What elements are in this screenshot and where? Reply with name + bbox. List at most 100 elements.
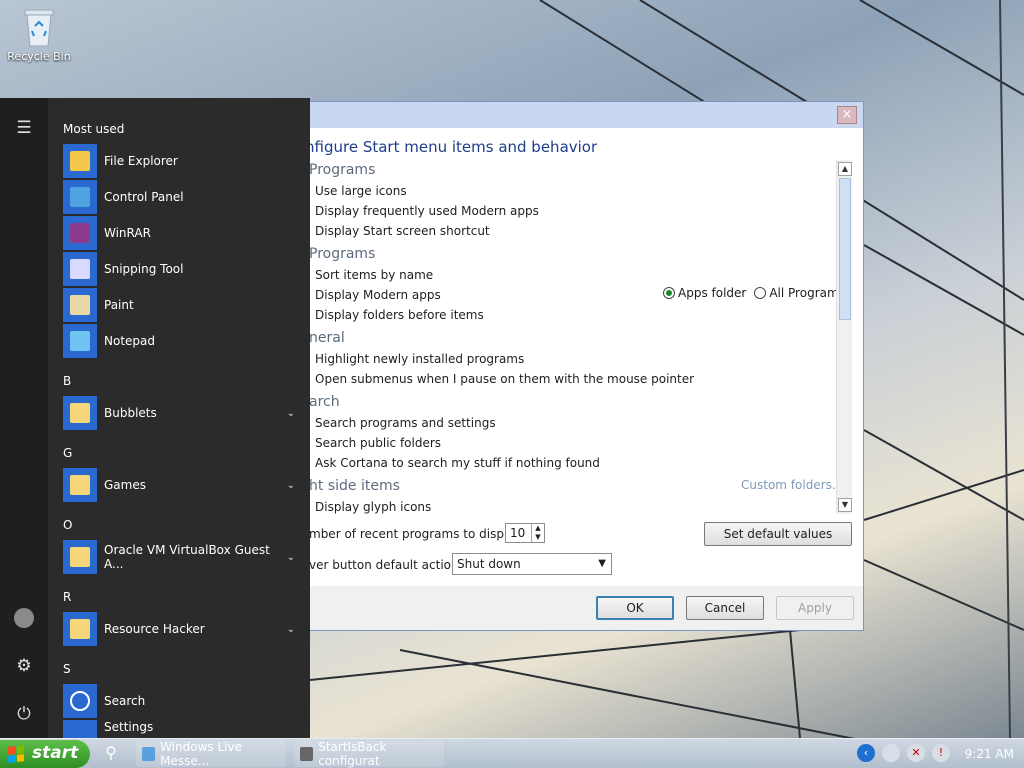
app-snipping-tool[interactable]: Snipping Tool (63, 252, 295, 286)
set-default-values-button[interactable]: Set default values (704, 522, 852, 546)
clock[interactable]: 9:21 AM (965, 747, 1014, 761)
option-frequent-modern-apps[interactable]: Display frequently used Modern apps (315, 204, 539, 218)
chevron-down-icon[interactable]: ⌄ (287, 408, 295, 419)
recent-programs-value[interactable]: 10 (510, 526, 525, 540)
spinner-arrows-icon[interactable]: ▲ ▼ (531, 524, 544, 542)
close-button[interactable]: × (837, 106, 857, 124)
radio-label: All Programs (769, 286, 845, 300)
ok-button[interactable]: OK (596, 596, 674, 620)
recent-programs-spinner[interactable]: 10 ▲ ▼ (505, 523, 545, 543)
chevron-down-icon[interactable]: ⌄ (287, 624, 295, 635)
app-winrar[interactable]: WinRAR (63, 216, 295, 250)
search-icon (63, 684, 97, 718)
radio-all-programs[interactable]: All Programs (754, 286, 845, 300)
task-label: StartIsBack configurat (318, 740, 387, 768)
option-highlight-new-programs[interactable]: Highlight newly installed programs (315, 352, 524, 366)
recent-programs-label: mber of recent programs to display: (309, 527, 525, 541)
windows-logo-icon (8, 745, 24, 763)
winrar-icon (63, 216, 97, 250)
folder-bubblets[interactable]: Bubblets ⌄ (63, 396, 295, 430)
taskbar-item-messenger[interactable]: Windows Live Messe... (136, 740, 286, 768)
folder-icon (63, 144, 97, 178)
option-display-modern-apps[interactable]: Display Modern apps (315, 288, 441, 302)
dialog-content: nfigure Start menu items and behavior Pr… (291, 128, 863, 586)
apply-button[interactable]: Apply (776, 596, 854, 620)
section-title: arch (309, 394, 340, 410)
option-open-submenus-on-hover[interactable]: Open submenus when I pause on them with … (315, 372, 694, 386)
folder-label: Resource Hacker (104, 622, 205, 636)
folder-label: Bubblets (104, 406, 157, 420)
network-icon[interactable] (882, 744, 900, 762)
gear-icon[interactable]: ⚙ (12, 654, 36, 678)
modern-apps-radio-group: Apps folder All Programs (663, 286, 845, 300)
app-settings[interactable]: Settings (63, 720, 295, 738)
radio-label: Apps folder (678, 286, 747, 300)
scroll-down-arrow-icon[interactable]: ▼ (838, 498, 852, 512)
recycle-bin-icon (23, 6, 55, 48)
start-button[interactable]: start (0, 740, 90, 768)
app-label: Search (104, 694, 146, 708)
group-letter[interactable]: S (63, 662, 71, 676)
taskbar-item-startisback[interactable]: StartIsBack configurat (294, 740, 444, 768)
group-letter[interactable]: B (63, 374, 71, 388)
power-icon[interactable]: ⏻ (12, 702, 36, 726)
action-center-icon[interactable]: ! (932, 744, 950, 762)
option-ask-cortana[interactable]: Ask Cortana to search my stuff if nothin… (315, 456, 600, 470)
gear-icon (63, 720, 97, 738)
app-label: Control Panel (104, 190, 184, 204)
option-sort-by-name[interactable]: Sort items by name (315, 268, 433, 282)
section-title: ht side items (309, 478, 400, 494)
folder-virtualbox[interactable]: Oracle VM VirtualBox Guest A... ⌄ (63, 540, 295, 574)
option-folders-before-items[interactable]: Display folders before items (315, 308, 484, 322)
user-avatar-icon[interactable] (12, 606, 36, 630)
folder-resource-hacker[interactable]: Resource Hacker ⌄ (63, 612, 295, 646)
system-tray: ‹ ✕ ! (857, 744, 950, 762)
option-use-large-icons[interactable]: Use large icons (315, 184, 407, 198)
cancel-button[interactable]: Cancel (686, 596, 764, 620)
group-letter[interactable]: O (63, 518, 72, 532)
app-search[interactable]: Search (63, 684, 295, 718)
start-menu: ☰ ⚙ ⏻ Most used File Explorer Control Pa… (0, 98, 310, 738)
option-start-screen-shortcut[interactable]: Display Start screen shortcut (315, 224, 490, 238)
power-button-action-label: ver button default action: (309, 558, 463, 572)
option-search-programs-settings[interactable]: Search programs and settings (315, 416, 496, 430)
scrollbar-thumb[interactable] (839, 178, 851, 320)
dialog-heading: nfigure Start menu items and behavior (305, 138, 598, 156)
hamburger-menu-icon[interactable]: ☰ (12, 116, 36, 140)
recycle-bin-desktop-icon[interactable]: Recycle Bin (6, 6, 72, 63)
options-scrollbar[interactable]: ▲ ▼ (836, 160, 852, 514)
power-button-action-value: Shut down (457, 557, 521, 571)
custom-folders-link[interactable]: Custom folders... (741, 478, 843, 492)
option-display-glyph-icons[interactable]: Display glyph icons (315, 500, 431, 514)
task-label: Windows Live Messe... (160, 740, 242, 768)
recycle-bin-label: Recycle Bin (7, 50, 71, 63)
folder-label: Games (104, 478, 146, 492)
chevron-down-icon[interactable]: ⌄ (287, 552, 295, 563)
notepad-icon (63, 324, 97, 358)
chevron-left-icon[interactable]: ‹ (857, 744, 875, 762)
chevron-down-icon[interactable]: ⌄ (287, 480, 295, 491)
app-file-explorer[interactable]: File Explorer (63, 144, 295, 178)
section-title: Programs (309, 246, 376, 262)
start-menu-rail: ☰ ⚙ ⏻ (0, 98, 48, 738)
radio-unselected-indicator (754, 287, 767, 299)
start-label: start (32, 743, 79, 763)
app-notepad[interactable]: Notepad (63, 324, 295, 358)
group-letter[interactable]: R (63, 590, 71, 604)
power-button-action-select[interactable]: Shut down ▼ (452, 553, 612, 575)
scroll-up-arrow-icon[interactable]: ▲ (838, 162, 852, 176)
folder-icon (63, 612, 97, 646)
folder-games[interactable]: Games ⌄ (63, 468, 295, 502)
radio-apps-folder[interactable]: Apps folder (663, 286, 746, 300)
volume-muted-icon[interactable]: ✕ (907, 744, 925, 762)
group-letter[interactable]: G (63, 446, 72, 460)
search-icon[interactable]: ⚲ (100, 743, 122, 765)
palette-icon (63, 288, 97, 322)
app-paint[interactable]: Paint (63, 288, 295, 322)
option-search-public-folders[interactable]: Search public folders (315, 436, 441, 450)
app-control-panel[interactable]: Control Panel (63, 180, 295, 214)
dialog-titlebar[interactable]: × (291, 102, 863, 128)
most-used-header: Most used (63, 122, 125, 136)
scissors-icon (63, 252, 97, 286)
app-label: File Explorer (104, 154, 178, 168)
